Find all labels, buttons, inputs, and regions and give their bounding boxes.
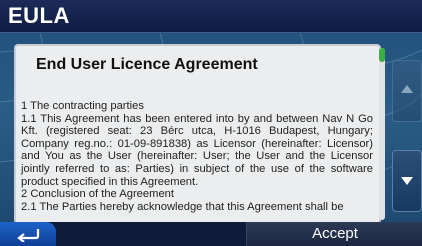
scroll-down-button[interactable]: [392, 150, 422, 212]
paragraph: 1 The contracting parties: [21, 100, 144, 112]
accept-label: Accept: [312, 225, 358, 242]
document-body: 1 The contracting parties 1.1 This Agree…: [21, 100, 373, 213]
accept-button[interactable]: Accept: [246, 222, 422, 246]
arrow-down-icon: [401, 177, 413, 185]
eula-document[interactable]: End User Licence Agreement 1 The contrac…: [14, 44, 381, 224]
back-button[interactable]: [0, 222, 56, 246]
scroll-up-button[interactable]: [392, 60, 422, 122]
document-heading: End User Licence Agreement: [36, 56, 258, 73]
scrollbar-thumb[interactable]: [379, 48, 385, 62]
scrollbar-track[interactable]: [379, 48, 385, 220]
paragraph: 2.1 The Parties hereby acknowledge that …: [21, 200, 344, 213]
arrow-up-icon: [401, 85, 413, 93]
title-bar: EULA: [0, 0, 422, 33]
paragraph: 2 Conclusion of the Agreement: [21, 188, 174, 201]
back-arrow-icon: [17, 229, 40, 242]
page-title: EULA: [8, 3, 70, 28]
paragraph: 1.1 This Agreement has been entered into…: [21, 112, 373, 188]
